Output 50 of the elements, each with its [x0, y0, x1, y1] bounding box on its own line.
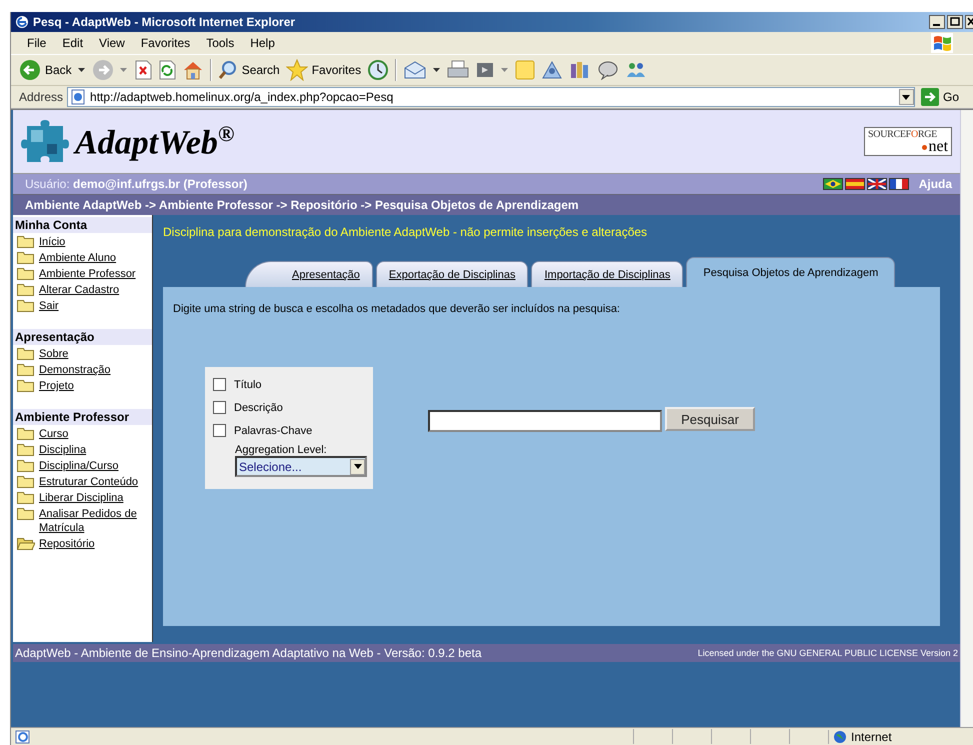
sidebar-link[interactable]: Disciplina/Curso	[39, 459, 118, 473]
menu-item[interactable]: View	[91, 36, 133, 50]
menu-item[interactable]: File	[19, 36, 54, 50]
footer-text: AdaptWeb - Ambiente de Ensino-Aprendizagem Adaptativo na Web - Versão: 0.9.2 beta	[15, 646, 482, 660]
sidebar-link[interactable]: Sobre	[39, 347, 68, 361]
go-button[interactable]: Go	[918, 88, 969, 106]
sidebar-link[interactable]: Início	[39, 235, 66, 249]
address-label: Address	[19, 90, 64, 104]
address-field[interactable]: http://adaptweb.homelinux.org/a_index.php?opcao=Pesq	[67, 87, 915, 107]
logo-text: AdaptWeb$^{®}$	[75, 120, 234, 162]
tab[interactable]: Apresentação	[245, 261, 373, 287]
breadcrumb: Ambiente AdaptWeb -> Ambiente Professor -> Repositório -> Pesquisa Objetos de Aprendizagem	[13, 195, 960, 215]
notice-text: Disciplina para demonstração do Ambiente AdaptWeb - não permite inserções e alterações	[163, 225, 648, 241]
menu-item[interactable]: Favorites	[132, 36, 198, 50]
sourceforge-logo: SOURCEFORGE net	[864, 127, 952, 156]
menu-item[interactable]: Help	[242, 36, 283, 50]
section-title: Minha Conta	[13, 217, 152, 233]
search-button[interactable]: Pesquisar	[665, 407, 755, 431]
sidebar-link[interactable]: Liberar Disciplina	[39, 491, 124, 505]
sidebar-link[interactable]: Analisar Pedidos de Matrícula	[39, 507, 152, 535]
back-button[interactable]: Back	[19, 59, 72, 81]
menu-item[interactable]: Tools	[198, 36, 242, 50]
instruction-text: Digite uma string de busca e escolha os metadados que deverão ser incluídos na pesquisa:	[173, 303, 621, 315]
checkbox-label: Palavras-Chave	[234, 424, 312, 436]
section-title: Apresentação	[13, 329, 152, 345]
sidebar-link[interactable]: Curso	[39, 427, 68, 441]
menu-item[interactable]: Edit	[54, 36, 92, 50]
sidebar-link[interactable]: Projeto	[39, 379, 74, 393]
section-title: Ambiente Professor	[13, 409, 152, 425]
user-label: Usuário: demo@inf.ufrgs.br (Professor)	[25, 177, 248, 191]
favorites-button[interactable]: Favorites	[286, 59, 362, 81]
select-field[interactable]: Selecione...	[235, 456, 367, 477]
zone-indicator: Internet	[828, 730, 973, 744]
tab[interactable]: Pesquisa Objetos de Aprendizagem	[686, 257, 896, 287]
license-text: Licensed under the GNU GENERAL PUBLIC LICENSE Version 2	[698, 648, 958, 658]
sidebar-link[interactable]: Demonstração	[39, 363, 111, 377]
select-label: Aggregation Level:	[235, 444, 328, 456]
sidebar-link[interactable]: Ambiente Professor	[39, 267, 136, 281]
tab[interactable]: Exportação de Disciplinas	[376, 261, 528, 287]
sidebar-link[interactable]: Estruturar Conteúdo	[39, 475, 138, 489]
sidebar-link[interactable]: Sair	[39, 299, 59, 313]
sidebar-link[interactable]: Disciplina	[39, 443, 86, 457]
sidebar-link[interactable]: Ambiente Aluno	[39, 251, 116, 265]
checkbox-label: Descrição	[234, 402, 283, 414]
window-title: Pesq - AdaptWeb - Microsoft Internet Explorer	[33, 15, 296, 29]
checkbox-label: Título	[234, 378, 262, 390]
search-button[interactable]: Search	[218, 60, 280, 80]
tab[interactable]: Importação de Disciplinas	[531, 261, 684, 287]
sidebar-link[interactable]: Repositório	[39, 537, 95, 551]
sidebar-link[interactable]: Alterar Cadastro	[39, 283, 120, 297]
